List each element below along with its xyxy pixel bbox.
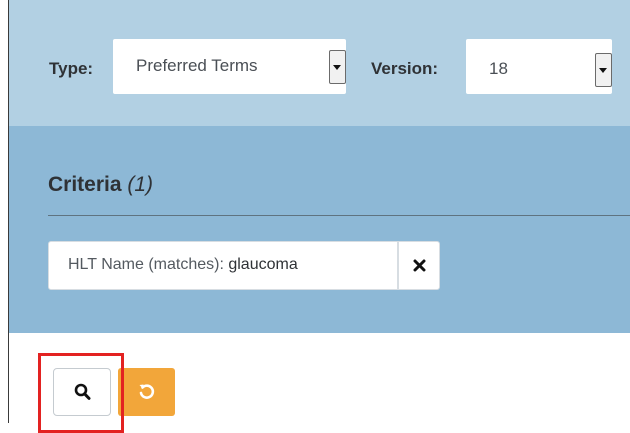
criteria-chip-field: HLT Name (matches): [68, 256, 224, 273]
criteria-divider [48, 215, 630, 216]
type-select-value: Preferred Terms [136, 56, 258, 75]
criteria-chip: HLT Name (matches): glaucoma [48, 241, 398, 290]
close-icon [413, 259, 426, 272]
panel-left-border [8, 0, 9, 423]
version-label: Version: [371, 59, 439, 78]
criteria-heading: Criteria (1) [48, 173, 153, 197]
remove-criteria-button[interactable] [398, 241, 440, 290]
version-select-value: 18 [489, 59, 508, 78]
criteria-chip-value: glaucoma [228, 256, 298, 273]
version-select[interactable]: 18 [466, 39, 612, 94]
reset-button[interactable] [118, 368, 175, 416]
criteria-title: Criteria [48, 173, 122, 196]
criteria-chip-text: HLT Name (matches): glaucoma [68, 256, 298, 274]
undo-icon [139, 384, 155, 399]
type-select[interactable]: Preferred Terms [113, 39, 346, 94]
chevron-down-icon[interactable] [329, 50, 346, 84]
chevron-down-icon[interactable] [595, 53, 612, 87]
highlight-box [38, 353, 124, 433]
type-label: Type: [49, 59, 94, 78]
criteria-count: (1) [127, 173, 154, 196]
criteria-panel [9, 126, 630, 333]
